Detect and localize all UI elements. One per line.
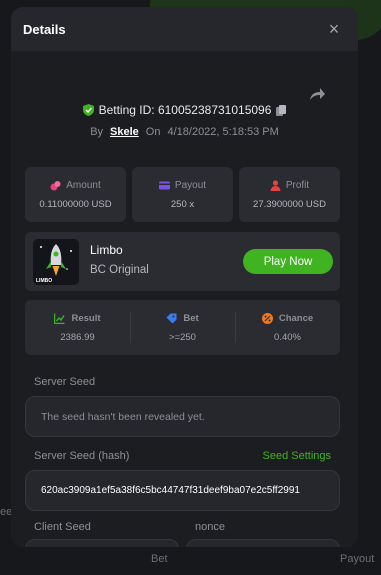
server-seed-hash-value: 620ac3909a1ef5a38f6c5bc44747f31deef9ba07… (41, 485, 300, 496)
chart-icon (54, 313, 66, 324)
server-seed-field[interactable]: The seed hasn't been revealed yet. (25, 396, 340, 437)
stat-amount-value: 0.11000000 USD (39, 198, 112, 210)
stat-payout: Payout 250 x (132, 167, 233, 222)
game-provider: BC Original (90, 264, 149, 276)
share-icon[interactable] (308, 85, 326, 103)
game-thumbnail: LIMBO (33, 239, 79, 285)
nonce-label: nonce (195, 521, 225, 533)
client-seed-label: Client Seed (34, 521, 91, 533)
chance-label: Chance (278, 312, 314, 324)
stat-profit-value: 27.3900000 USD (253, 198, 326, 210)
server-seed-label: Server Seed (34, 376, 96, 388)
server-seed-hash-label: Server Seed (hash) (34, 450, 130, 462)
result-label-row: Result (54, 312, 101, 324)
nonce-field[interactable] (186, 539, 340, 547)
bet-label-row: Bet (166, 312, 199, 324)
game-name: Limbo (90, 243, 123, 257)
username-link[interactable]: Skele (110, 126, 139, 138)
stat-profit: Profit 27.3900000 USD (239, 167, 340, 222)
betting-id: Betting ID: 610052387310150​96 (98, 103, 272, 117)
details-modal: Details × Betting ID: 610052387310150​96… (11, 7, 358, 547)
result-label: Result (71, 312, 101, 324)
result-cell: Result 2386.99 (25, 300, 130, 355)
server-seed-value: The seed hasn't been revealed yet. (41, 410, 205, 423)
bet-label: Bet (183, 312, 199, 324)
modal-header: Details × (11, 7, 358, 51)
stats-row: Amount 0.11000000 USD Payout 250 x Profi… (25, 167, 340, 222)
percent-icon (261, 312, 273, 324)
by-label: By (90, 126, 104, 138)
bet-datetime: 4/18/2022, 5:18:53 PM (167, 126, 279, 138)
background-bet-label: Bet (151, 553, 168, 565)
stat-amount-label-row: Amount (50, 179, 101, 191)
game-card: LIMBO Limbo BC Original Play Now (25, 232, 340, 291)
close-icon[interactable]: × (324, 19, 344, 40)
stat-payout-label: Payout (174, 179, 207, 191)
result-value: 2386.99 (60, 331, 95, 343)
stat-amount: Amount 0.11000000 USD (25, 167, 126, 222)
bet-cell: Bet >=250 (130, 300, 235, 355)
shield-check-icon (82, 104, 94, 116)
chance-label-row: Chance (261, 312, 314, 324)
bet-meta-row: By Skele On 4/18/2022, 5:18:53 PM (11, 126, 358, 138)
stat-amount-label: Amount (66, 179, 101, 191)
chance-value: 0.40% (274, 331, 301, 343)
rocket-icon: LIMBO (33, 239, 79, 285)
background-payout-label: Payout (340, 553, 375, 565)
play-now-button[interactable]: Play Now (243, 249, 333, 274)
client-seed-field[interactable] (25, 539, 179, 547)
card-icon (158, 181, 170, 189)
chance-cell: Chance 0.40% (235, 300, 340, 355)
on-label: On (145, 126, 161, 138)
tag-icon (166, 313, 177, 323)
result-bet-chance-row: Result 2386.99 Bet >=250 Chance 0.40% (25, 300, 340, 355)
user-profit-icon (270, 179, 281, 191)
stat-profit-label: Profit (285, 179, 310, 191)
bet-value: >=250 (169, 331, 196, 343)
stat-payout-label-row: Payout (158, 179, 207, 191)
seed-settings-link[interactable]: Seed Settings (263, 450, 332, 462)
betting-id-row: Betting ID: 610052387310150​96 (11, 103, 358, 117)
stat-payout-value: 250 x (170, 198, 195, 210)
copy-icon[interactable] (276, 104, 287, 116)
modal-title: Details (23, 21, 66, 37)
bet-header: Betting ID: 610052387310150​96 By Skele … (11, 51, 358, 161)
details-panel: Betting ID: 610052387310150​96 By Skele … (11, 51, 358, 547)
game-thumb-label: LIMBO (36, 278, 52, 284)
stat-profit-label-row: Profit (270, 180, 309, 191)
server-seed-hash-field[interactable]: 620ac3909a1ef5a38f6c5bc44747f31deef9ba07… (25, 470, 340, 511)
coins-icon (50, 180, 61, 190)
